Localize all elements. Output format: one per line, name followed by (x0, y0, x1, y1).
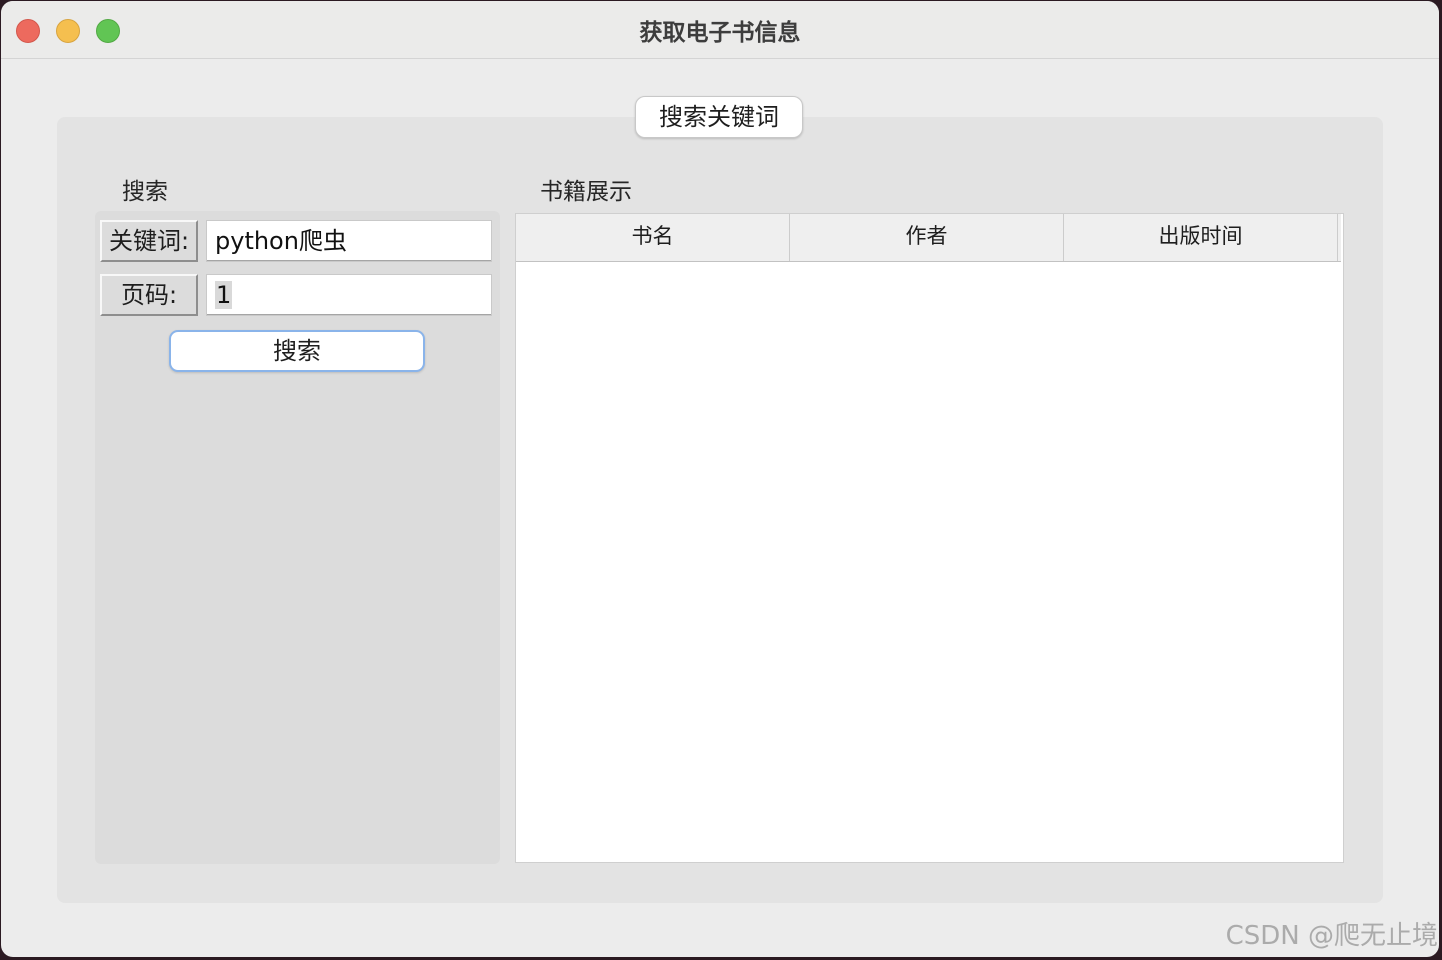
csdn-watermark: CSDN @爬无止境 (1225, 921, 1438, 951)
books-section-title: 书籍展示 (540, 179, 632, 205)
column-header-author[interactable]: 作者 (790, 214, 1064, 261)
title-bar[interactable]: 获取电子书信息 (1, 1, 1439, 59)
keyword-label: 关键词: (100, 220, 198, 262)
keyword-input-value: python爬虫 (215, 227, 347, 255)
search-keyword-tab-button[interactable]: 搜索关键词 (635, 96, 803, 138)
page-input-value: 1 (215, 281, 233, 309)
keyword-input[interactable]: python爬虫 (206, 220, 492, 262)
page-label: 页码: (100, 274, 198, 316)
window-title: 获取电子书信息 (639, 20, 801, 46)
search-section-title: 搜索 (122, 179, 168, 205)
column-header-publish-date[interactable]: 出版时间 (1064, 214, 1338, 261)
column-header-title[interactable]: 书名 (516, 214, 790, 261)
page-input[interactable]: 1 (206, 274, 492, 316)
books-table-header: 书名 作者 出版时间 (516, 214, 1341, 262)
books-table[interactable]: 书名 作者 出版时间 (515, 213, 1344, 863)
search-button[interactable]: 搜索 (169, 330, 425, 372)
